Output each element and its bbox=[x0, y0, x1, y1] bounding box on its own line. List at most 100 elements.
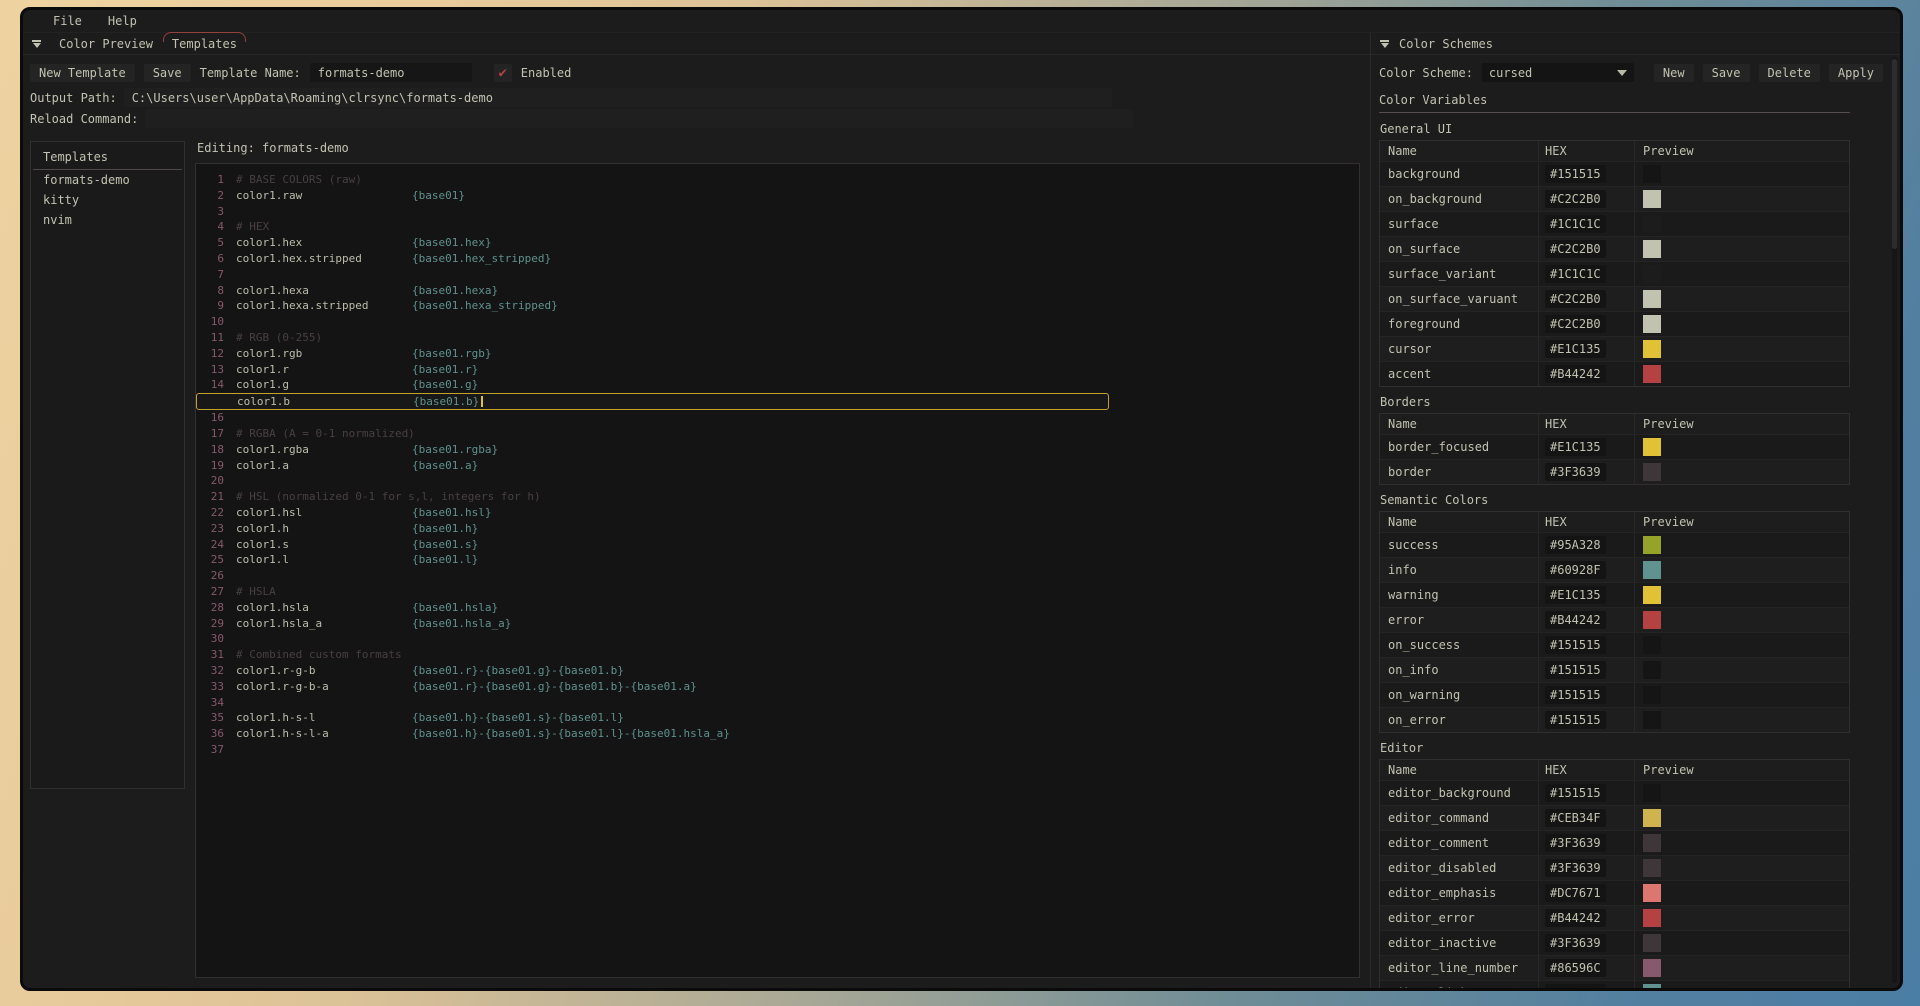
color-swatch[interactable] bbox=[1643, 859, 1661, 877]
color-swatch[interactable] bbox=[1643, 909, 1661, 927]
table-row[interactable]: surface#1C1C1C bbox=[1380, 211, 1849, 236]
table-row[interactable]: editor_link#60928F bbox=[1380, 980, 1849, 988]
menu-item-file[interactable]: File bbox=[53, 14, 82, 28]
editor-line[interactable]: 34 bbox=[196, 695, 1359, 711]
color-swatch[interactable] bbox=[1643, 586, 1661, 604]
hex-input[interactable]: #B44242 bbox=[1545, 909, 1606, 927]
table-row[interactable]: editor_inactive#3F3639 bbox=[1380, 930, 1849, 955]
scrollbar[interactable] bbox=[1892, 57, 1897, 983]
hex-input[interactable]: #B44242 bbox=[1545, 365, 1606, 383]
color-swatch[interactable] bbox=[1643, 959, 1661, 977]
hex-input[interactable]: #E1C135 bbox=[1545, 586, 1606, 604]
editor-line[interactable]: 16 bbox=[196, 410, 1359, 426]
hex-input[interactable]: #60928F bbox=[1545, 984, 1606, 988]
color-swatch[interactable] bbox=[1643, 340, 1661, 358]
color-swatch[interactable] bbox=[1643, 661, 1661, 679]
hex-input[interactable]: #1C1C1C bbox=[1545, 215, 1606, 233]
editor-line[interactable]: 5color1.hex{base01.hex} bbox=[196, 235, 1359, 251]
hex-input[interactable]: #3F3639 bbox=[1545, 463, 1606, 481]
color-swatch[interactable] bbox=[1643, 809, 1661, 827]
scheme-apply-button[interactable]: Apply bbox=[1829, 64, 1883, 82]
color-swatch[interactable] bbox=[1643, 463, 1661, 481]
table-row[interactable]: border_focused#E1C135 bbox=[1380, 434, 1849, 459]
template-list-item[interactable]: formats-demo bbox=[31, 170, 184, 190]
editor-line[interactable]: 23color1.h{base01.h} bbox=[196, 521, 1359, 537]
color-swatch[interactable] bbox=[1643, 561, 1661, 579]
table-row[interactable]: editor_disabled#3F3639 bbox=[1380, 855, 1849, 880]
editor-line[interactable]: 37 bbox=[196, 742, 1359, 758]
scheme-new-button[interactable]: New bbox=[1654, 64, 1694, 82]
hex-input[interactable]: #151515 bbox=[1545, 636, 1606, 654]
editor-line[interactable]: 22color1.hsl{base01.hsl} bbox=[196, 505, 1359, 521]
table-row[interactable]: on_warning#151515 bbox=[1380, 682, 1849, 707]
editor-line[interactable]: 31# Combined custom formats bbox=[196, 647, 1359, 663]
color-swatch[interactable] bbox=[1643, 536, 1661, 554]
table-row[interactable]: editor_error#B44242 bbox=[1380, 905, 1849, 930]
table-row[interactable]: background#151515 bbox=[1380, 161, 1849, 186]
editor-line[interactable]: 2color1.raw{base01} bbox=[196, 188, 1359, 204]
editor-line[interactable]: 35color1.h-s-l{base01.h}-{base01.s}-{bas… bbox=[196, 710, 1359, 726]
hex-input[interactable]: #3F3639 bbox=[1545, 934, 1606, 952]
code-area[interactable]: 1# BASE COLORS (raw)2color1.raw{base01}3… bbox=[195, 163, 1360, 978]
editor-line[interactable]: 21# HSL (normalized 0-1 for s,l, integer… bbox=[196, 489, 1359, 505]
hex-input[interactable]: #3F3639 bbox=[1545, 859, 1606, 877]
hex-input[interactable]: #3F3639 bbox=[1545, 834, 1606, 852]
editor-line[interactable]: 25color1.l{base01.l} bbox=[196, 552, 1359, 568]
editor-line[interactable]: 20 bbox=[196, 473, 1359, 489]
new-template-button[interactable]: New Template bbox=[30, 64, 135, 82]
hex-input[interactable]: #B44242 bbox=[1545, 611, 1606, 629]
color-swatch[interactable] bbox=[1643, 711, 1661, 729]
hex-input[interactable]: #C2C2B0 bbox=[1545, 240, 1606, 258]
menu-item-help[interactable]: Help bbox=[108, 14, 137, 28]
table-row[interactable]: foreground#C2C2B0 bbox=[1380, 311, 1849, 336]
hex-input[interactable]: #151515 bbox=[1545, 711, 1606, 729]
color-swatch[interactable] bbox=[1643, 686, 1661, 704]
table-row[interactable]: info#60928F bbox=[1380, 557, 1849, 582]
table-row[interactable]: editor_emphasis#DC7671 bbox=[1380, 880, 1849, 905]
scheme-save-button[interactable]: Save bbox=[1703, 64, 1750, 82]
color-swatch[interactable] bbox=[1643, 240, 1661, 258]
color-swatch[interactable] bbox=[1643, 190, 1661, 208]
color-swatch[interactable] bbox=[1643, 290, 1661, 308]
hex-input[interactable]: #151515 bbox=[1545, 661, 1606, 679]
color-scheme-select[interactable]: cursed bbox=[1482, 63, 1634, 82]
color-swatch[interactable] bbox=[1643, 365, 1661, 383]
template-list-item[interactable]: kitty bbox=[31, 190, 184, 210]
editor-line[interactable]: 8color1.hexa{base01.hexa} bbox=[196, 283, 1359, 299]
table-row[interactable]: cursor#E1C135 bbox=[1380, 336, 1849, 361]
table-row[interactable]: on_success#151515 bbox=[1380, 632, 1849, 657]
color-swatch[interactable] bbox=[1643, 315, 1661, 333]
hex-input[interactable]: #C2C2B0 bbox=[1545, 315, 1606, 333]
reload-command-input[interactable] bbox=[145, 109, 1133, 128]
template-name-input[interactable]: formats-demo bbox=[310, 63, 472, 82]
editor-line[interactable]: 3 bbox=[196, 204, 1359, 220]
color-swatch[interactable] bbox=[1643, 215, 1661, 233]
editor-line[interactable]: 18color1.rgba{base01.rgba} bbox=[196, 442, 1359, 458]
table-row[interactable]: on_surface_varuant#C2C2B0 bbox=[1380, 286, 1849, 311]
editor-line[interactable]: 33color1.r-g-b-a{base01.r}-{base01.g}-{b… bbox=[196, 679, 1359, 695]
table-row[interactable]: success#95A328 bbox=[1380, 532, 1849, 557]
table-row[interactable]: on_background#C2C2B0 bbox=[1380, 186, 1849, 211]
editor-line[interactable]: 12color1.rgb{base01.rgb} bbox=[196, 346, 1359, 362]
hex-input[interactable]: #CEB34F bbox=[1545, 809, 1606, 827]
tab-color-preview[interactable]: Color Preview bbox=[57, 35, 155, 53]
color-swatch[interactable] bbox=[1643, 884, 1661, 902]
editor-line[interactable]: 4# HEX bbox=[196, 219, 1359, 235]
table-row[interactable]: on_surface#C2C2B0 bbox=[1380, 236, 1849, 261]
table-row[interactable]: editor_comment#3F3639 bbox=[1380, 830, 1849, 855]
editor-line[interactable]: 1# BASE COLORS (raw) bbox=[196, 172, 1359, 188]
editor-line-editing[interactable]: color1.b{base01.b} bbox=[196, 393, 1109, 410]
hex-input[interactable]: #60928F bbox=[1545, 561, 1606, 579]
save-template-button[interactable]: Save bbox=[144, 64, 191, 82]
table-row[interactable]: warning#E1C135 bbox=[1380, 582, 1849, 607]
color-swatch[interactable] bbox=[1643, 784, 1661, 802]
editor-line[interactable]: 17# RGBA (A = 0-1 normalized) bbox=[196, 426, 1359, 442]
hex-input[interactable]: #E1C135 bbox=[1545, 438, 1606, 456]
enabled-checkbox[interactable]: ✔ bbox=[494, 64, 512, 82]
table-row[interactable]: border#3F3639 bbox=[1380, 459, 1849, 484]
editor-line[interactable]: 14color1.g{base01.g} bbox=[196, 377, 1359, 393]
editor-line[interactable]: 26 bbox=[196, 568, 1359, 584]
hex-input[interactable]: #95A328 bbox=[1545, 536, 1606, 554]
editor-line[interactable]: 19color1.a{base01.a} bbox=[196, 458, 1359, 474]
editor-line[interactable]: 28color1.hsla{base01.hsla} bbox=[196, 600, 1359, 616]
